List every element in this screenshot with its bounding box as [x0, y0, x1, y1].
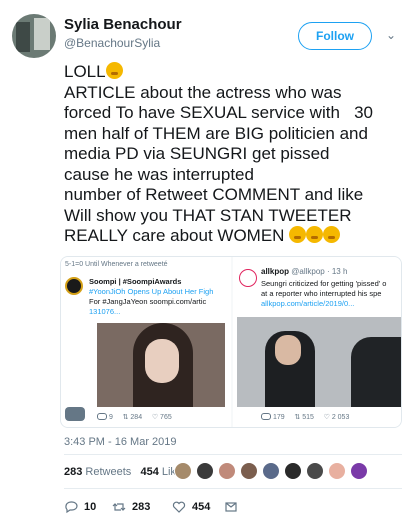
tweet-stats: 283 Retweets 454 Likes — [64, 466, 188, 478]
follow-button[interactable]: Follow — [298, 22, 372, 50]
allkpop-avatar — [239, 269, 257, 287]
soompi-line: For #JangJaYeon soompi.com/artic — [89, 297, 207, 306]
soompi-line: #YoonJiOh Opens Up About Her Figh — [89, 287, 214, 296]
soompi-link[interactable]: 131076... — [89, 307, 120, 316]
retweets-count[interactable]: 283 — [64, 466, 82, 478]
envelope-icon — [225, 502, 237, 512]
reply-button[interactable]: 10 — [64, 500, 96, 514]
retweet-icon — [112, 503, 126, 511]
tweet-line: media PD via SEUNGRI get pissed — [64, 144, 330, 163]
message-button[interactable] — [224, 500, 238, 514]
divider — [64, 454, 402, 455]
reply-icon — [97, 413, 107, 420]
hush-emoji-icon — [306, 226, 324, 243]
like-button[interactable]: 454 — [172, 500, 210, 514]
reply-icon — [65, 501, 78, 514]
allkpop-line: at a reporter who interrupted his spe — [261, 289, 382, 298]
tweet-line: forced To have SEXUAL service with 30 — [64, 103, 373, 122]
thinking-emoji-icon — [289, 226, 307, 243]
tweet-actions: 10 283 454 — [64, 500, 344, 516]
allkpop-name: allkpop @allkpop · 13 h — [261, 267, 348, 276]
likes-count[interactable]: 454 — [140, 466, 158, 478]
retweet-note: 5-1=0 Until Whenever a retweeté — [65, 261, 168, 268]
tweet-line: LOLL — [64, 62, 106, 81]
embedded-tweet-soompi[interactable]: 5-1=0 Until Whenever a retweeté Soompi |… — [61, 257, 231, 427]
retweets-label[interactable]: Retweets — [85, 466, 131, 478]
reply-icon — [261, 413, 271, 420]
allkpop-link[interactable]: allkpop.com/article/2019/0... — [261, 299, 354, 308]
author-handle[interactable]: @BenachourSylia — [64, 36, 160, 50]
tweet-line: REALLY care about WOMEN — [64, 226, 285, 245]
comment-badge-icon — [65, 407, 85, 421]
chevron-down-icon[interactable]: ⌄ — [386, 28, 396, 42]
allkpop-actions: 179 ⇅ 515 ♡ 2 053 — [261, 413, 349, 421]
tweet-line: Will show you THAT STAN TWEETER — [64, 205, 352, 225]
hush-emoji-icon — [323, 226, 341, 243]
tweet-text: LOLL ARTICLE about the actress who was f… — [64, 62, 404, 247]
allkpop-line: Seungri criticized for getting 'pissed' … — [261, 279, 387, 288]
seungri-photo[interactable] — [237, 317, 401, 407]
embedded-media-card[interactable]: 5-1=0 Until Whenever a retweeté Soompi |… — [60, 256, 402, 428]
heart-icon — [172, 501, 186, 513]
author-name[interactable]: Sylia Benachour — [64, 16, 182, 33]
tongue-emoji-icon — [105, 62, 123, 79]
soompi-name: Soompi | #SoompiAwards — [89, 277, 182, 286]
soompi-actions: 9 ⇅ 284 ♡ 765 — [97, 413, 172, 421]
tweet-line: cause he was interrupted — [64, 164, 254, 184]
avatar[interactable] — [12, 14, 56, 58]
retweet-button[interactable]: 283 — [112, 500, 150, 514]
tweet-timestamp[interactable]: 3:43 PM - 16 Mar 2019 — [64, 436, 177, 448]
embedded-tweet-allkpop[interactable]: allkpop @allkpop · 13 h Seungri criticiz… — [233, 257, 401, 427]
tweet-line: ARTICLE about the actress who was — [64, 82, 342, 102]
soompi-avatar — [65, 277, 83, 295]
tweet-line: men half of THEM are BIG politicien and — [64, 123, 368, 143]
actress-photo[interactable] — [97, 323, 225, 407]
tweet-line: number of Retweet COMMENT and like — [64, 185, 364, 204]
divider — [64, 488, 402, 489]
tweet-header: Sylia Benachour @BenachourSylia Follow ⌄ — [12, 14, 402, 58]
